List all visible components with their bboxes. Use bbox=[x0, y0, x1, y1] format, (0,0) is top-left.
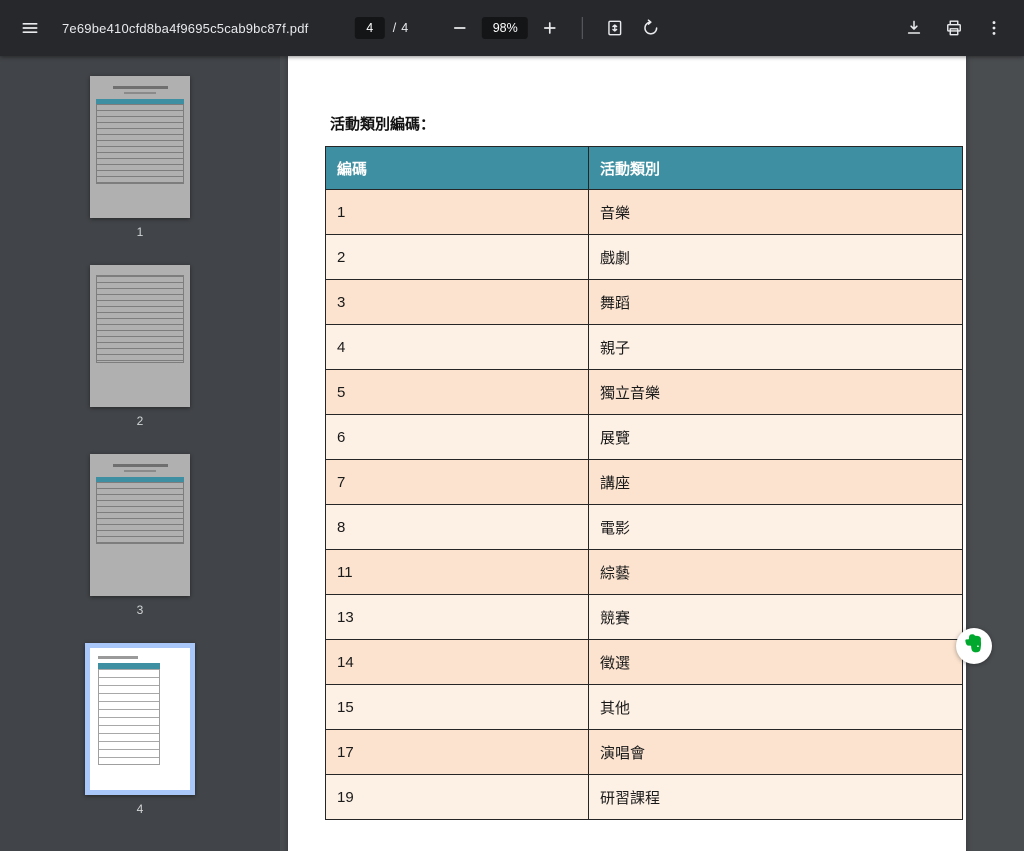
thumbnail-preview bbox=[85, 643, 195, 795]
print-button[interactable] bbox=[936, 10, 972, 46]
category-table: 編碼 活動類別 1 音樂 2 戲劇 3 舞蹈 4 親子 5 獨立音樂 6 展覽 7 講座 8 電影 11 綜藝 13… bbox=[325, 146, 963, 820]
category-cell: 徵選 bbox=[588, 639, 963, 685]
code-cell: 13 bbox=[325, 594, 589, 640]
toolbar-divider bbox=[582, 17, 584, 39]
code-cell: 17 bbox=[325, 729, 589, 775]
table-row: 3 舞蹈 bbox=[325, 279, 963, 325]
category-cell: 親子 bbox=[588, 324, 963, 370]
code-cell: 5 bbox=[325, 369, 589, 415]
more-options-button[interactable] bbox=[976, 10, 1012, 46]
table-row: 2 戲劇 bbox=[325, 234, 963, 280]
category-cell: 綜藝 bbox=[588, 549, 963, 595]
code-cell: 8 bbox=[325, 504, 589, 550]
code-cell: 2 bbox=[325, 234, 589, 280]
table-header-code: 編碼 bbox=[325, 146, 589, 190]
thumbnail-page-2[interactable]: 2 bbox=[90, 265, 190, 428]
fit-page-icon bbox=[605, 18, 625, 38]
download-icon bbox=[904, 18, 924, 38]
page-total: 4 bbox=[401, 21, 409, 35]
zoom-level[interactable]: 98% bbox=[482, 17, 529, 39]
table-row: 13 競賽 bbox=[325, 594, 963, 640]
zoom-in-button[interactable] bbox=[532, 10, 568, 46]
pdf-viewer-app: 7e69be410cfd8ba4f9695c5cab9bc87f.pdf 4 /… bbox=[0, 0, 1024, 851]
code-cell: 15 bbox=[325, 684, 589, 730]
evernote-elephant-icon bbox=[963, 633, 985, 660]
plus-icon bbox=[540, 18, 560, 38]
table-header-row: 編碼 活動類別 bbox=[325, 146, 963, 190]
category-cell: 競賽 bbox=[588, 594, 963, 640]
fit-page-button[interactable] bbox=[597, 10, 633, 46]
thumbnail-preview bbox=[90, 76, 190, 218]
rotate-icon bbox=[641, 18, 661, 38]
table-row: 4 親子 bbox=[325, 324, 963, 370]
print-icon bbox=[944, 18, 964, 38]
page-count-label: / 4 bbox=[393, 21, 408, 35]
table-row: 8 電影 bbox=[325, 504, 963, 550]
thumbnail-preview bbox=[90, 265, 190, 407]
category-cell: 研習課程 bbox=[588, 774, 963, 820]
toolbar-left-group: 7e69be410cfd8ba4f9695c5cab9bc87f.pdf bbox=[12, 10, 308, 46]
code-cell: 6 bbox=[325, 414, 589, 460]
category-cell: 演唱會 bbox=[588, 729, 963, 775]
thumbnail-label: 1 bbox=[136, 225, 144, 239]
toolbar-center-group: 4 / 4 98% bbox=[354, 10, 669, 46]
viewer-content: 1 2 3 4 活動類別編碼： 編碼 活動類別 1 音樂 2 戲劇 3 舞蹈 4… bbox=[0, 56, 1024, 851]
category-cell: 音樂 bbox=[588, 189, 963, 235]
code-cell: 4 bbox=[325, 324, 589, 370]
minus-icon bbox=[450, 18, 470, 38]
code-cell: 1 bbox=[325, 189, 589, 235]
thumbnail-page-4[interactable]: 4 bbox=[85, 643, 195, 816]
table-row: 6 展覽 bbox=[325, 414, 963, 460]
code-cell: 14 bbox=[325, 639, 589, 685]
table-row: 5 獨立音樂 bbox=[325, 369, 963, 415]
pdf-viewport[interactable]: 活動類別編碼： 編碼 活動類別 1 音樂 2 戲劇 3 舞蹈 4 親子 5 獨立音樂 6 展覽 7 講座 8… bbox=[280, 56, 1024, 851]
pdf-page: 活動類別編碼： 編碼 活動類別 1 音樂 2 戲劇 3 舞蹈 4 親子 5 獨立音樂 6 展覽 7 講座 8… bbox=[288, 56, 966, 851]
thumbnail-label: 2 bbox=[136, 414, 144, 428]
thumbnail-sidebar[interactable]: 1 2 3 4 bbox=[0, 56, 280, 851]
table-row: 14 徵選 bbox=[325, 639, 963, 685]
category-table-body: 1 音樂 2 戲劇 3 舞蹈 4 親子 5 獨立音樂 6 展覽 7 講座 8 電影 11 綜藝 13 競賽 14 徵選 15… bbox=[325, 189, 963, 820]
evernote-clipper-button[interactable] bbox=[956, 628, 992, 664]
thumbnail-label: 3 bbox=[136, 603, 144, 617]
code-cell: 19 bbox=[325, 774, 589, 820]
table-row: 7 講座 bbox=[325, 459, 963, 505]
category-cell: 其他 bbox=[588, 684, 963, 730]
toolbar-right-group bbox=[896, 10, 1012, 46]
menu-icon bbox=[20, 18, 40, 38]
zoom-out-button[interactable] bbox=[442, 10, 478, 46]
thumbnail-preview bbox=[90, 454, 190, 596]
thumbnail-page-1[interactable]: 1 bbox=[90, 76, 190, 239]
thumbnail-page-3[interactable]: 3 bbox=[90, 454, 190, 617]
category-cell: 獨立音樂 bbox=[588, 369, 963, 415]
code-cell: 11 bbox=[325, 549, 589, 595]
table-row: 15 其他 bbox=[325, 684, 963, 730]
pdf-toolbar: 7e69be410cfd8ba4f9695c5cab9bc87f.pdf 4 /… bbox=[0, 0, 1024, 56]
code-cell: 7 bbox=[325, 459, 589, 505]
zoom-controls: 98% bbox=[442, 10, 568, 46]
menu-button[interactable] bbox=[12, 10, 48, 46]
table-row: 17 演唱會 bbox=[325, 729, 963, 775]
page-divider: / bbox=[392, 21, 397, 35]
page-title: 活動類別編碼： bbox=[330, 116, 436, 133]
vertical-ellipsis-icon bbox=[984, 18, 1004, 38]
table-header-category: 活動類別 bbox=[588, 146, 963, 190]
pdf-filename: 7e69be410cfd8ba4f9695c5cab9bc87f.pdf bbox=[62, 20, 309, 36]
table-row: 1 音樂 bbox=[325, 189, 963, 235]
table-row: 11 綜藝 bbox=[325, 549, 963, 595]
table-row: 19 研習課程 bbox=[325, 774, 963, 820]
thumbnail-label: 4 bbox=[136, 802, 144, 816]
page-number-input[interactable]: 4 bbox=[354, 17, 385, 39]
category-cell: 戲劇 bbox=[588, 234, 963, 280]
download-button[interactable] bbox=[896, 10, 932, 46]
category-cell: 舞蹈 bbox=[588, 279, 963, 325]
category-cell: 電影 bbox=[588, 504, 963, 550]
code-cell: 3 bbox=[325, 279, 589, 325]
category-cell: 展覽 bbox=[588, 414, 963, 460]
rotate-button[interactable] bbox=[633, 10, 669, 46]
category-cell: 講座 bbox=[588, 459, 963, 505]
